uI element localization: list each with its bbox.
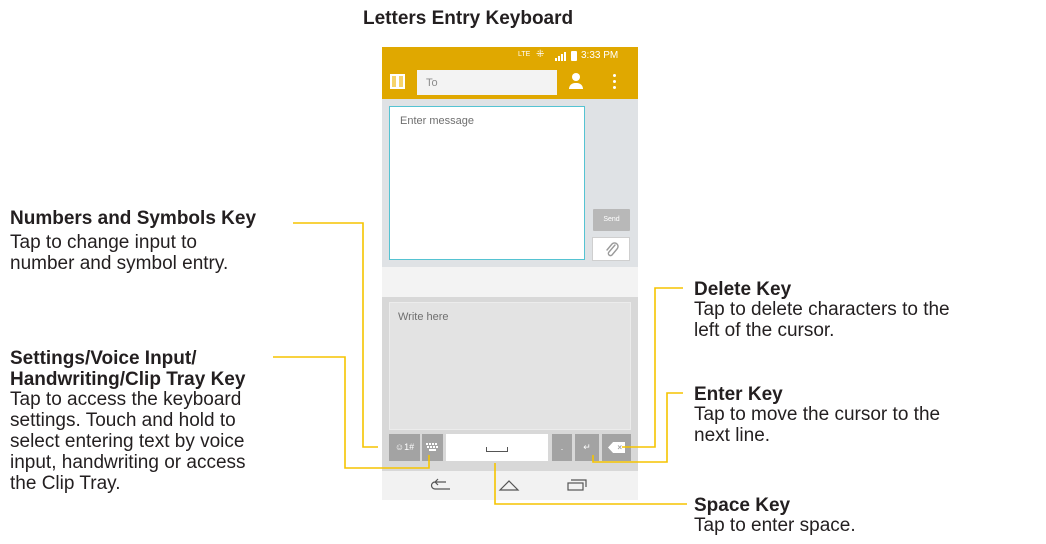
callout-space: Space Key Tap to enter space. (694, 496, 856, 536)
callout-text: Tap to move the cursor to the (694, 404, 941, 425)
callout-text: settings. Touch and hold to (10, 410, 236, 431)
callout-text: Tap to delete characters to the (694, 299, 950, 320)
callout-text: input, handwriting or access (10, 452, 246, 473)
callout-text: select entering text by voice (10, 431, 245, 452)
callout-title: Space Key (694, 495, 791, 516)
callout-title: Delete Key (694, 279, 792, 300)
callout-enter: Enter Key Tap to move the cursor to the … (694, 385, 940, 446)
callout-text: next line. (694, 425, 771, 446)
callout-delete: Delete Key Tap to delete characters to t… (694, 280, 950, 341)
callout-text: left of the cursor. (694, 320, 835, 341)
callout-title: Enter Key (694, 384, 783, 405)
callout-numbers-symbols: Numbers and Symbols Key Tap to change in… (10, 208, 295, 274)
callout-settings: Settings/Voice Input/ Handwriting/Clip T… (10, 349, 246, 494)
callout-text: Tap to change input to (10, 232, 197, 253)
callout-title: Handwriting/Clip Tray Key (10, 369, 246, 390)
callout-text: the Clip Tray. (10, 473, 121, 494)
callout-text: number and symbol entry. (10, 253, 229, 274)
callout-title: Settings/Voice Input/ (10, 348, 197, 369)
callout-title: Numbers and Symbols Key (10, 208, 257, 229)
callout-text: Tap to enter space. (694, 515, 856, 536)
callout-text: Tap to access the keyboard (10, 389, 242, 410)
